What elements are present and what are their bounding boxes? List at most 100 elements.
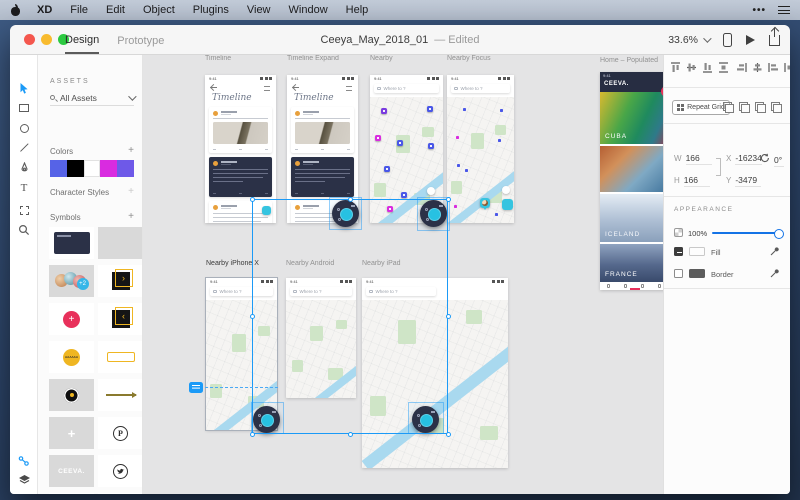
menu-plugins[interactable]: Plugins [193,4,229,16]
line-tool[interactable] [10,139,38,157]
symbol-avatars[interactable]: +2 [49,265,94,297]
tab-design[interactable]: Design [65,26,99,54]
fill-color-swatch[interactable] [689,247,705,256]
menu-help[interactable]: Help [346,4,369,16]
rectangle-tool[interactable] [10,99,38,117]
lock-aspect-icon[interactable] [716,158,721,176]
assets-filter-dropdown[interactable]: All Assets [50,90,134,106]
symbol-instagram-icon[interactable] [98,493,143,494]
ellipse-tool[interactable] [10,119,38,137]
distribute-horizontal-icon[interactable] [784,62,790,73]
canvas[interactable]: Timeline Timeline Expand Nearby Nearby F… [143,55,663,494]
text-tool[interactable]: T [10,179,38,197]
border-checkbox[interactable] [674,269,683,278]
opacity-value[interactable]: 100% [688,229,707,238]
symbol-pinterest-icon[interactable]: P [98,417,143,449]
artboard-label-timeline[interactable]: Timeline [205,55,231,62]
selection-handle[interactable] [250,197,255,202]
tab-prototype[interactable]: Prototype [117,27,164,53]
artboard-home-populated[interactable]: 9:41 CEEVA. CUBA ICELAND FRANCE [600,72,663,290]
symbol-placeholder[interactable] [98,227,143,259]
repeat-grid-button[interactable]: Repeat Grid [672,100,730,115]
selection-handle[interactable] [250,314,255,319]
add-color-button[interactable]: + [128,147,134,156]
align-center-horizontal-icon[interactable] [752,62,763,73]
color-swatch[interactable] [117,160,134,177]
align-left-icon[interactable] [736,62,747,73]
menu-edit[interactable]: Edit [106,4,125,16]
symbol-ceeva-logo[interactable]: CEEVA. [49,455,94,487]
selection-handle[interactable] [250,432,255,437]
play-preview-icon[interactable] [746,35,755,45]
artboard-label-nearby-focus[interactable]: Nearby Focus [447,55,491,62]
add-character-style-button[interactable]: + [128,188,134,197]
boolean-exclude-icon[interactable] [771,102,782,113]
selection-handle[interactable] [348,432,353,437]
artboard-label-timeline-expand[interactable]: Timeline Expand [287,55,339,62]
symbol-outline-button[interactable] [98,341,143,373]
scroll-group-badge[interactable] [189,382,203,393]
boolean-add-icon[interactable] [723,102,734,113]
menu-window[interactable]: Window [289,4,328,16]
symbol-next-button[interactable]: › [98,265,143,297]
menu-xd[interactable]: XD [37,4,52,16]
device-preview-icon[interactable] [723,33,732,47]
height-field[interactable]: H166 [674,175,710,187]
add-symbol-button[interactable]: + [128,213,134,222]
menu-object[interactable]: Object [143,4,175,16]
menu-status-dots-icon[interactable]: ••• [752,5,766,16]
zoom-tool[interactable] [10,221,38,239]
minimize-window-button[interactable] [41,34,52,45]
x-position-field[interactable]: X-16234 [726,153,762,165]
symbol-add-button[interactable]: + [49,303,94,335]
opacity-slider[interactable] [712,232,780,234]
apple-icon[interactable] [10,5,21,16]
selection-handle[interactable] [446,314,451,319]
symbol-record-button[interactable] [49,379,94,411]
selection-handle[interactable] [348,197,353,202]
border-color-swatch[interactable] [689,269,705,278]
symbol-aaaaa-badge[interactable]: AAAAAA [49,341,94,373]
artboard-nearby-focus[interactable]: 9:41 Where to ? [447,75,514,223]
align-middle-vertical-icon[interactable] [686,62,697,73]
width-field[interactable]: W166 [674,153,712,165]
selection-rectangle[interactable] [252,199,448,434]
artboard-label-home-populated[interactable]: Home – Populated [600,57,658,64]
artboard-tool[interactable] [10,201,38,219]
symbol-divider-dashes[interactable] [49,493,94,494]
align-top-icon[interactable] [670,62,681,73]
menu-file[interactable]: File [70,4,88,16]
align-right-icon[interactable] [768,62,779,73]
layers-icon[interactable] [10,474,38,486]
color-swatch[interactable] [50,160,67,177]
align-bottom-icon[interactable] [702,62,713,73]
share-link-icon[interactable] [10,455,38,468]
color-swatch[interactable] [100,160,117,177]
boolean-intersect-icon[interactable] [755,102,766,113]
fill-checkbox[interactable] [674,247,683,256]
border-eyedropper-icon[interactable] [770,267,781,278]
y-position-field[interactable]: Y-3479 [726,175,761,187]
color-swatch[interactable] [84,160,101,177]
artboard-label-nearby[interactable]: Nearby [370,55,393,62]
selection-handle[interactable] [446,432,451,437]
distribute-vertical-icon[interactable] [718,62,729,73]
fill-eyedropper-icon[interactable] [770,245,781,256]
menu-status-list-icon[interactable] [778,6,790,14]
symbol-plus-placeholder[interactable]: + [49,417,94,449]
select-tool[interactable] [10,79,38,97]
close-window-button[interactable] [24,34,35,45]
color-swatch[interactable] [67,160,84,177]
symbol-dark-card[interactable] [49,227,94,259]
symbol-prev-button[interactable]: ‹ [98,303,143,335]
symbol-arrow[interactable] [98,379,143,411]
selection-handle[interactable] [446,197,451,202]
share-icon[interactable] [769,35,780,46]
pen-tool[interactable] [10,159,38,177]
symbol-twitter-icon[interactable] [98,455,143,487]
zoom-level-dropdown[interactable]: 33.6% [668,34,709,46]
menu-view[interactable]: View [247,4,271,16]
boolean-subtract-icon[interactable] [739,102,750,113]
rotation-field[interactable]: 0° [760,153,784,167]
artboard-label-nearby-iphone-x[interactable]: Nearby iPhone X [206,260,259,267]
